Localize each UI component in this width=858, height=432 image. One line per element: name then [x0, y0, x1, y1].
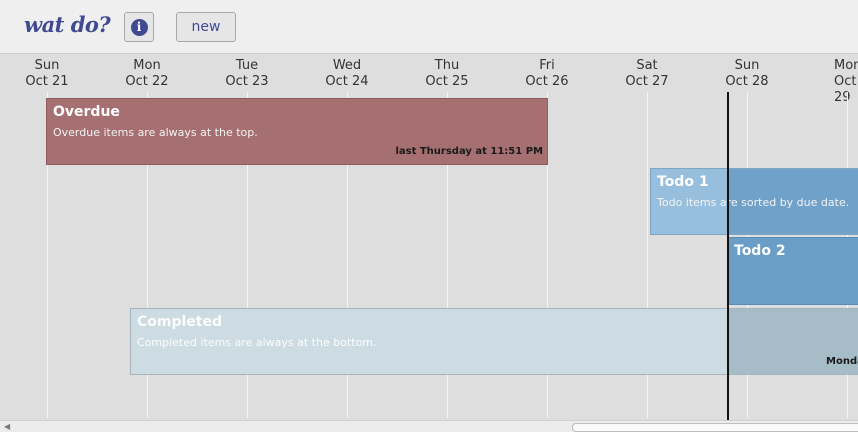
day-header: Tue Oct 23 [225, 58, 269, 89]
todo-item-overdue[interactable]: Overdue Overdue items are always at the … [46, 98, 548, 165]
item-title: Overdue [53, 104, 120, 120]
info-icon: i [130, 18, 148, 36]
day-header: Thu Oct 25 [425, 58, 469, 89]
item-description: Overdue items are always at the top. [53, 126, 258, 139]
item-due-date: last Thursday at 11:51 PM [395, 146, 543, 157]
day-header: Fri Oct 26 [525, 58, 569, 89]
todo-item-todo2[interactable]: Todo 2 [727, 237, 858, 305]
item-due-date: Monday [826, 356, 858, 367]
todo-item-todo1[interactable]: Todo 1 Todo items are sorted by due date… [650, 168, 858, 235]
todo-item-completed[interactable]: Completed Completed items are always at … [130, 308, 858, 375]
day-header: Wed Oct 24 [325, 58, 369, 89]
new-button[interactable]: new [176, 12, 236, 42]
day-header: Mon Oct 22 [125, 58, 169, 89]
item-title: Completed [137, 314, 223, 330]
item-description: Todo items are sorted by due date. [657, 196, 850, 209]
app-logo[interactable]: wat do? [24, 12, 111, 37]
day-header: Mon Oct 29 [834, 58, 858, 105]
current-time-line [727, 92, 729, 420]
day-header: Sat Oct 27 [625, 58, 669, 89]
day-header: Sun Oct 21 [25, 58, 69, 89]
day-header: Sun Oct 28 [725, 58, 769, 89]
header-bar: wat do? i new [0, 0, 858, 54]
item-description: Completed items are always at the bottom… [137, 336, 377, 349]
scroll-left-arrow-icon[interactable]: ◀ [4, 422, 10, 431]
info-button[interactable]: i [124, 12, 154, 42]
item-title: Todo 1 [657, 174, 709, 190]
horizontal-scrollbar[interactable]: ◀ [0, 420, 858, 432]
item-title: Todo 2 [734, 243, 786, 259]
